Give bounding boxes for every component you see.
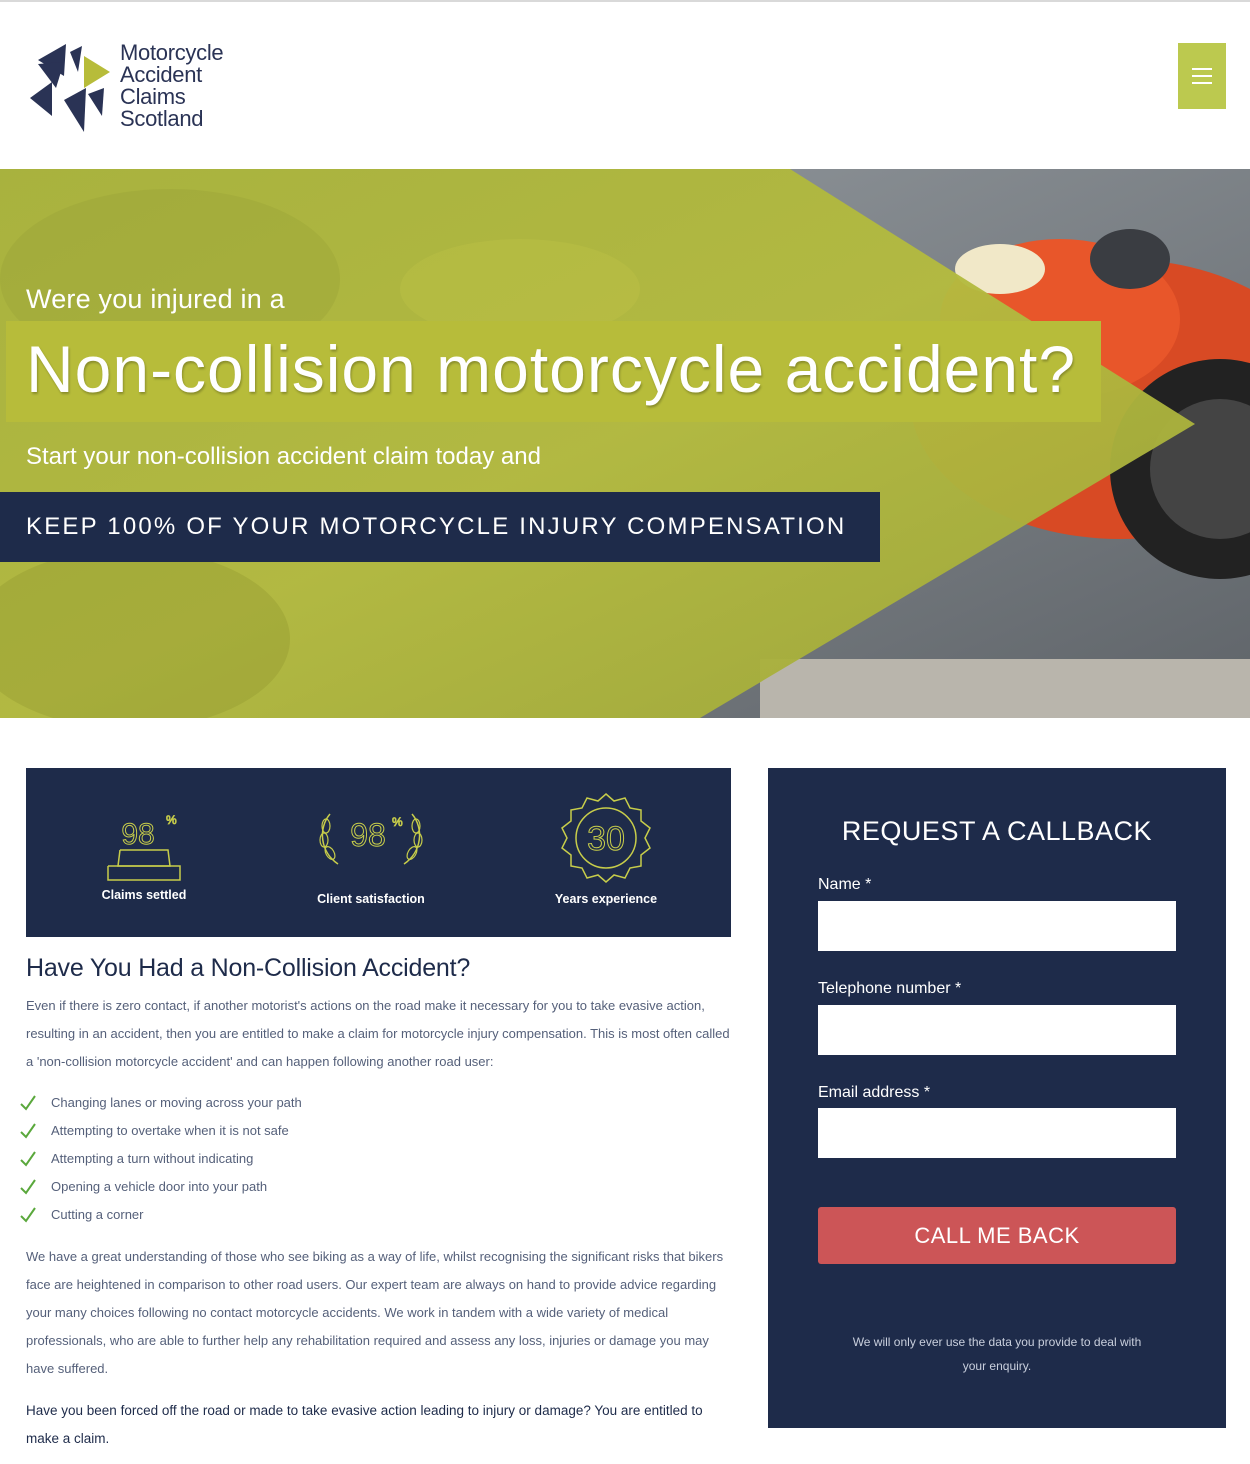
hamburger-line bbox=[1192, 68, 1212, 70]
main-content: Have You Had a Non-Collision Accident? E… bbox=[20, 950, 731, 1446]
hero-band-text: KEEP 100% OF YOUR MOTORCYCLE INJURY COMP… bbox=[26, 513, 847, 540]
phone-input[interactable] bbox=[818, 1005, 1176, 1055]
stat-value-icon-text: 98 bbox=[121, 818, 154, 851]
hamburger-menu-button[interactable] bbox=[1178, 43, 1226, 109]
privacy-note: We will only ever use the data you provi… bbox=[852, 1335, 1142, 1373]
stat-label: Years experience bbox=[554, 892, 658, 906]
laurel-icon: 98 % bbox=[319, 813, 423, 865]
list-item: Attempting to overtake when it is not sa… bbox=[20, 1117, 302, 1145]
stat-years-experience: 30 Years experience bbox=[506, 768, 706, 937]
stats-panel: 98 % Claims settled 98 % Client satisfac… bbox=[26, 768, 731, 937]
content-body: We have a great understanding of those w… bbox=[26, 1249, 724, 1376]
form-title: REQUEST A CALLBACK bbox=[841, 816, 1153, 846]
site-logo[interactable]: Motorcycle Accident Claims Scotland bbox=[26, 42, 256, 134]
hero-intro: Were you injured in a bbox=[26, 284, 285, 314]
name-input[interactable] bbox=[818, 901, 1176, 951]
hero-title: Non-collision motorcycle accident? bbox=[26, 332, 1077, 406]
list-item-text: Opening a vehicle door into your path bbox=[51, 1179, 268, 1194]
check-icon bbox=[20, 1095, 36, 1111]
email-label: Email address * bbox=[818, 1084, 931, 1101]
check-icon bbox=[20, 1123, 36, 1139]
hamburger-line bbox=[1192, 75, 1212, 77]
checklist: Changing lanes or moving across your pat… bbox=[20, 1089, 302, 1229]
check-icon bbox=[20, 1151, 36, 1167]
hamburger-line bbox=[1192, 82, 1212, 84]
list-item-text: Attempting a turn without indicating bbox=[51, 1151, 254, 1166]
list-item-text: Changing lanes or moving across your pat… bbox=[51, 1095, 302, 1110]
badge-icon: 30 bbox=[561, 793, 651, 883]
podium-icon: 98 % bbox=[107, 813, 181, 881]
logo-line: Motorcycle bbox=[120, 40, 224, 65]
logo-line: Scotland bbox=[120, 106, 204, 131]
hero-banner: Were you injured in a Non-collision moto… bbox=[0, 169, 1250, 718]
logo-line: Accident bbox=[120, 62, 202, 87]
stat-claims-settled: 98 % Claims settled bbox=[44, 768, 244, 937]
svg-text:%: % bbox=[392, 815, 403, 829]
callback-form: REQUEST A CALLBACK Name * Telephone numb… bbox=[768, 768, 1226, 1428]
check-icon bbox=[20, 1179, 36, 1195]
list-item-text: Attempting to overtake when it is not sa… bbox=[51, 1123, 289, 1138]
site-header: Motorcycle Accident Claims Scotland bbox=[0, 2, 1250, 169]
list-item-text: Cutting a corner bbox=[51, 1207, 144, 1222]
list-item: Changing lanes or moving across your pat… bbox=[20, 1089, 302, 1117]
stat-client-satisfaction: 98 % Client satisfaction bbox=[271, 768, 471, 937]
phone-label: Telephone number * bbox=[818, 980, 962, 997]
svg-text:%: % bbox=[166, 813, 177, 827]
content-closing: Have you been forced off the road or mad… bbox=[26, 1403, 703, 1446]
name-label: Name * bbox=[818, 876, 872, 893]
stat-label: Client satisfaction bbox=[317, 892, 425, 906]
content-intro: Even if there is zero contact, if anothe… bbox=[26, 998, 730, 1069]
svg-text:98: 98 bbox=[350, 817, 386, 853]
content-heading: Have You Had a Non-Collision Accident? bbox=[26, 954, 471, 982]
check-icon bbox=[20, 1207, 36, 1223]
list-item: Opening a vehicle door into your path bbox=[20, 1173, 302, 1201]
list-item: Cutting a corner bbox=[20, 1201, 302, 1229]
logo-mark-icon bbox=[30, 44, 110, 132]
stat-label: Claims settled bbox=[101, 888, 187, 902]
logo-line: Claims bbox=[120, 84, 186, 109]
svg-text:30: 30 bbox=[587, 820, 625, 858]
list-item: Attempting a turn without indicating bbox=[20, 1145, 302, 1173]
hero-subtitle: Start your non-collision accident claim … bbox=[26, 443, 541, 470]
logo-text: Motorcycle Accident Claims Scotland bbox=[120, 40, 224, 131]
email-input[interactable] bbox=[818, 1108, 1176, 1158]
call-me-back-button[interactable]: CALL ME BACK bbox=[818, 1207, 1176, 1264]
